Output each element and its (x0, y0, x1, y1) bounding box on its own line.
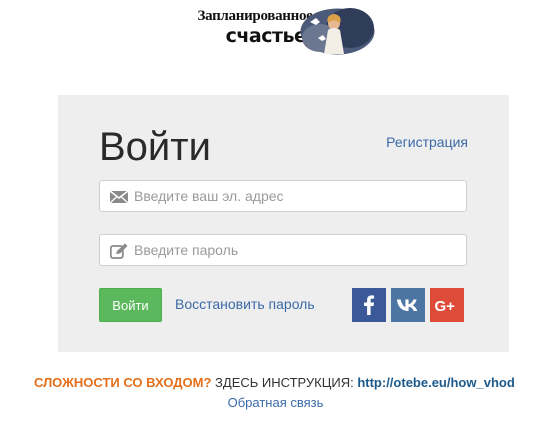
email-field[interactable] (99, 180, 467, 212)
register-link[interactable]: Регистрация (386, 134, 468, 150)
instruction-link[interactable]: http://otebe.eu/how_vhod (357, 375, 514, 390)
password-input[interactable] (134, 235, 454, 265)
login-title: Войти (99, 125, 211, 169)
restore-password-link[interactable]: Восстановить пароль (175, 296, 315, 312)
login-button[interactable]: Войти (99, 288, 162, 322)
vk-login-button[interactable] (391, 288, 425, 322)
email-input[interactable] (134, 181, 454, 211)
google-plus-label: G+ (435, 298, 456, 315)
vk-icon (397, 299, 418, 311)
google-plus-login-button[interactable]: G+ (430, 288, 464, 322)
logo-photo (300, 8, 375, 55)
feedback-link[interactable]: Обратная связь (0, 395, 551, 410)
google-plus-icon: G+ (435, 298, 456, 315)
edit-icon (110, 243, 128, 259)
instruction-label: ЗДЕСЬ ИНСТРУКЦИЯ: (211, 375, 358, 390)
facebook-login-button[interactable] (352, 288, 386, 322)
password-field[interactable] (99, 234, 467, 266)
login-help-line: СЛОЖНОСТИ СО ВХОДОМ? ЗДЕСЬ ИНСТРУКЦИЯ: h… (0, 375, 551, 390)
login-trouble-warning: СЛОЖНОСТИ СО ВХОДОМ? (34, 375, 212, 390)
login-panel: Войти Регистрация Войти Восстановить пар… (58, 95, 509, 352)
envelope-icon (110, 190, 128, 204)
site-logo[interactable]: Запланированное счастье (191, 7, 379, 57)
facebook-icon (364, 295, 375, 315)
